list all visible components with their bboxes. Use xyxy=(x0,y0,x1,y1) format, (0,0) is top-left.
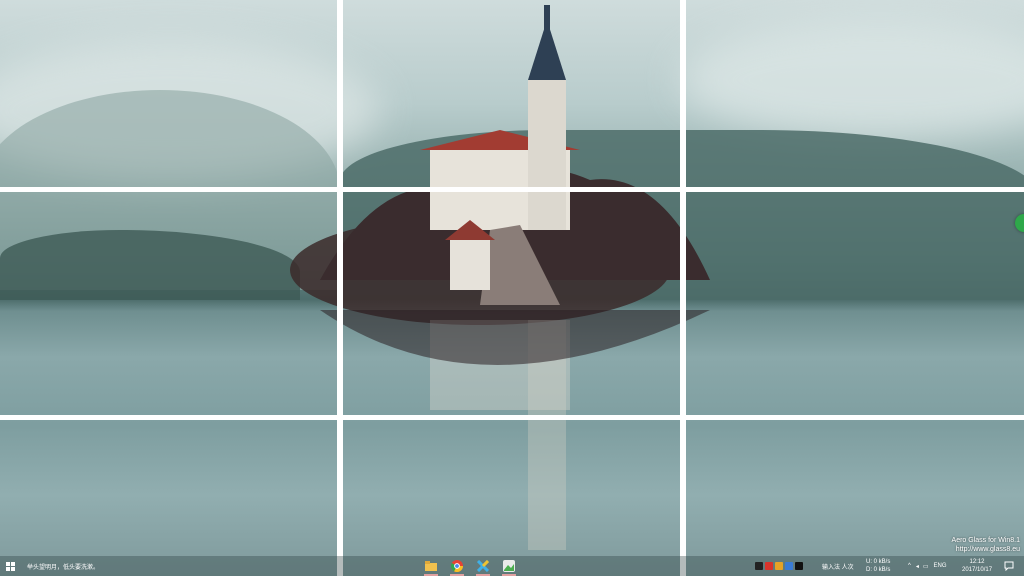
taskbar: 举头望明月，低头要洗漱。 输入法 人次 U: 0 kB/s D: 0 kB/s … xyxy=(0,556,1024,576)
desktop: Aero Glass for Win8.1 http://www.glass8.… xyxy=(0,0,1024,576)
net-up-value: 0 kB/s xyxy=(873,559,891,565)
tray-app-icon-5[interactable] xyxy=(795,562,803,570)
image-app-icon[interactable] xyxy=(502,559,516,576)
clock-date: 2017/10/17 xyxy=(962,567,993,573)
tray-app-icon-4[interactable] xyxy=(785,562,793,570)
grid-line-vertical-2 xyxy=(680,0,686,576)
language-indicator[interactable]: ENG xyxy=(934,563,947,569)
tray-app-icon-1[interactable] xyxy=(755,562,763,570)
taskbar-status-text: 举头望明月，低头要洗漱。 xyxy=(27,564,100,571)
net-up-prefix: U: xyxy=(866,559,872,565)
grid-line-horizontal-1 xyxy=(0,187,1024,192)
aero-glass-watermark: Aero Glass for Win8.1 http://www.glass8.… xyxy=(952,536,1020,554)
action-center-icon[interactable] xyxy=(1004,561,1014,571)
grid-line-vertical-1 xyxy=(337,0,343,576)
cross-app-icon[interactable] xyxy=(476,559,490,576)
wallpaper-island-church xyxy=(290,5,710,550)
chrome-icon[interactable] xyxy=(450,559,464,576)
tray-app-icon-2[interactable] xyxy=(765,562,773,570)
watermark-line-2: http://www.glass8.eu xyxy=(955,546,1020,553)
grid-line-horizontal-2 xyxy=(0,415,1024,420)
file-explorer-icon[interactable] xyxy=(424,559,438,576)
chevron-up-icon[interactable]: ^ xyxy=(908,563,911,569)
net-down-value: 0 kB/s xyxy=(873,567,891,573)
network-icon[interactable]: ▭ xyxy=(923,563,929,570)
clock-time: 12:12 xyxy=(969,559,985,565)
speaker-icon[interactable]: ◂ xyxy=(916,563,919,570)
ime-label[interactable]: 输入法 人次 xyxy=(822,562,854,571)
net-speed-meter: U: 0 kB/s D: 0 kB/s xyxy=(866,558,890,574)
tray-app-icon-3[interactable] xyxy=(775,562,783,570)
net-down-prefix: D: xyxy=(866,567,872,573)
watermark-line-1: Aero Glass for Win8.1 xyxy=(951,537,1020,544)
wallpaper-fog-right xyxy=(680,20,1024,140)
taskbar-clock[interactable]: 12:12 2017/10/17 xyxy=(962,558,992,574)
windows-logo-icon[interactable] xyxy=(6,561,15,571)
